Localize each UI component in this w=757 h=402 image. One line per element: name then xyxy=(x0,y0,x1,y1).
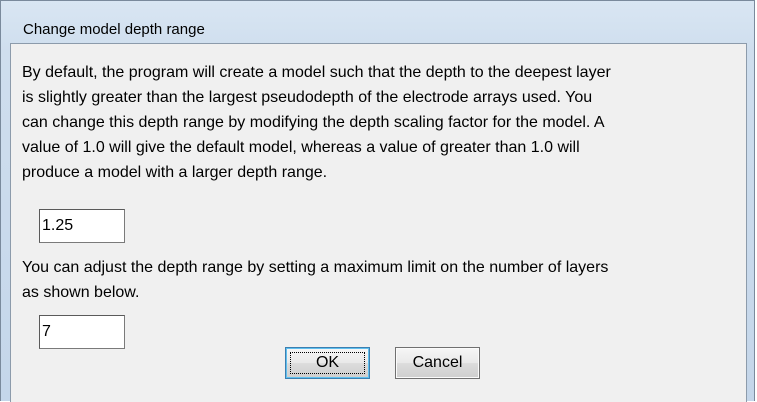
layers-description: You can adjust the depth range by settin… xyxy=(22,255,608,305)
dialog-title: Change model depth range xyxy=(23,21,205,38)
depth-description: By default, the program will create a mo… xyxy=(22,60,611,185)
cancel-button[interactable]: Cancel xyxy=(395,347,480,379)
cancel-button-label: Cancel xyxy=(412,354,463,371)
ok-button[interactable]: OK xyxy=(285,347,370,379)
ok-button-label: OK xyxy=(315,354,340,371)
depth-description-line: can change this depth range by modifying… xyxy=(22,114,605,131)
depth-description-line: By default, the program will create a mo… xyxy=(22,64,611,81)
depth-description-line: value of 1.0 will give the default model… xyxy=(22,139,580,156)
depth-description-line: produce a model with a larger depth rang… xyxy=(22,164,328,181)
depth-description-line: is slightly greater than the largest pse… xyxy=(22,89,593,106)
layers-description-line: You can adjust the depth range by settin… xyxy=(22,259,609,276)
depth-scaling-factor-input[interactable]: 1.25 xyxy=(39,209,125,243)
layers-description-line: as shown below. xyxy=(22,284,140,301)
title-bar[interactable]: Change model depth range xyxy=(1,1,754,41)
max-layers-input[interactable]: 7 xyxy=(39,315,125,349)
